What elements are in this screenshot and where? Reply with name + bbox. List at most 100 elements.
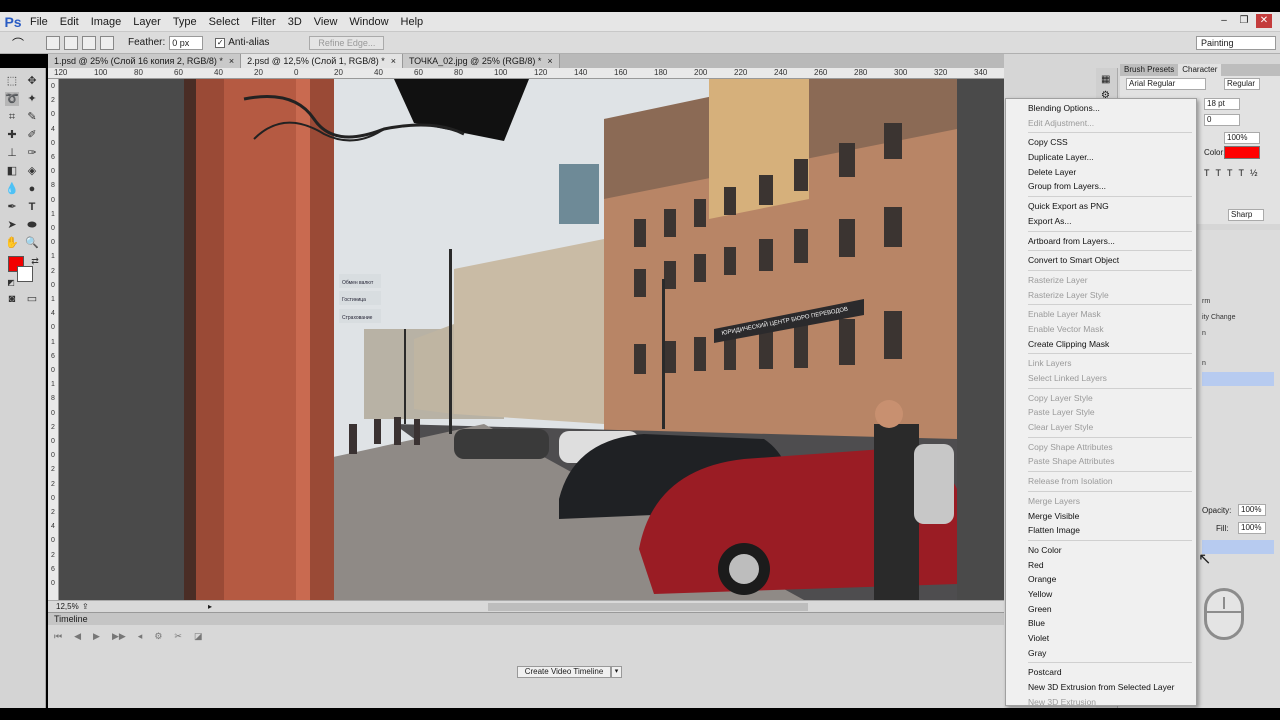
path-selection-icon[interactable]: ➤ [5, 218, 19, 232]
history-row-2[interactable]: ity Change [1202, 314, 1278, 321]
document-tab[interactable]: 2.psd @ 12,5% (Слой 1, RGB/8) * × [241, 54, 404, 68]
font-style-select[interactable]: Regular [1224, 78, 1260, 90]
lasso-tool-icon[interactable]: ➰ [5, 92, 19, 106]
context-menu-item[interactable]: Yellow [1006, 587, 1196, 602]
menu-window[interactable]: Window [343, 12, 394, 32]
menu-type[interactable]: Type [167, 12, 203, 32]
context-menu-item[interactable]: Convert to Smart Object [1006, 253, 1196, 268]
font-size-field[interactable]: 18 pt [1204, 98, 1240, 110]
context-menu-item[interactable]: No Color [1006, 543, 1196, 558]
history-row-4[interactable]: n [1202, 360, 1278, 367]
context-menu-item[interactable]: Copy CSS [1006, 135, 1196, 150]
background-color-swatch[interactable] [17, 266, 33, 282]
type-tool-icon[interactable]: T [25, 200, 39, 214]
type-button-4[interactable]: T [1239, 168, 1251, 178]
text-color-swatch[interactable] [1224, 146, 1260, 159]
feather-input[interactable]: 0 px [169, 35, 204, 50]
document-tab[interactable]: ТОЧКА_02.jpg @ 25% (RGB/8) * × [403, 54, 560, 68]
context-menu-item[interactable]: Create Clipping Mask [1006, 337, 1196, 352]
opacity-field[interactable]: 100% [1238, 504, 1266, 516]
menu-filter[interactable]: Filter [245, 12, 281, 32]
zoom-tool-icon[interactable]: 🔍 [25, 236, 39, 250]
ellipse-tool-icon[interactable]: ⬬ [25, 218, 39, 232]
fill-field[interactable]: 100% [1238, 522, 1266, 534]
context-menu-item[interactable]: New 3D Extrusion from Selected Layer [1006, 680, 1196, 695]
refine-edge-button[interactable]: Refine Edge... [309, 35, 385, 50]
context-menu-item[interactable]: Quick Export as PNG [1006, 199, 1196, 214]
new-selection-icon[interactable] [46, 35, 60, 50]
restore-button[interactable]: ❐ [1236, 14, 1252, 28]
default-colors-icon[interactable]: ◩ [4, 276, 18, 290]
history-row-3[interactable]: n [1202, 330, 1278, 337]
history-brush-icon[interactable]: ✑ [25, 146, 39, 160]
tab-close-icon[interactable]: × [391, 54, 396, 68]
context-menu-item[interactable]: Gray [1006, 646, 1196, 661]
blur-tool-icon[interactable]: 💧 [5, 182, 19, 196]
go-to-first-frame-icon[interactable]: ⏮ [54, 631, 62, 642]
horizontal-scrollbar[interactable] [488, 603, 808, 611]
context-menu-item[interactable]: Orange [1006, 572, 1196, 587]
lasso-preset-icon[interactable]: ⌒ [8, 35, 28, 51]
intersect-selection-icon[interactable] [100, 35, 114, 50]
context-menu-item[interactable]: Duplicate Layer... [1006, 150, 1196, 165]
eyedropper-icon[interactable]: ✎ [25, 110, 39, 124]
context-menu-item[interactable]: Merge Visible [1006, 509, 1196, 524]
type-button-2[interactable]: T [1216, 168, 1228, 178]
history-selected-row[interactable] [1202, 372, 1274, 386]
tab-close-icon[interactable]: × [229, 54, 234, 68]
history-icon[interactable]: ▦ [1101, 74, 1110, 85]
healing-brush-icon[interactable]: ✚ [5, 128, 19, 142]
menu-select[interactable]: Select [203, 12, 246, 32]
marquee-tool-icon[interactable]: ⬚ [5, 74, 19, 88]
context-menu-item[interactable]: Red [1006, 558, 1196, 573]
history-row-1[interactable]: rm [1202, 298, 1278, 305]
type-button-3[interactable]: T [1227, 168, 1239, 178]
subtract-selection-icon[interactable] [82, 35, 96, 50]
type-button-1[interactable]: T [1204, 168, 1216, 178]
menu-view[interactable]: View [308, 12, 344, 32]
layer-selected-row[interactable] [1202, 540, 1274, 554]
anti-alias-checkbox[interactable]: ✓ [215, 37, 226, 48]
move-tool-icon[interactable]: ✥ [25, 74, 39, 88]
minimize-button[interactable]: – [1216, 14, 1232, 28]
pen-tool-icon[interactable]: ✒ [5, 200, 19, 214]
context-menu-item[interactable]: Flatten Image [1006, 523, 1196, 538]
tab-brush-presets[interactable]: Brush Presets [1120, 64, 1178, 76]
menu-help[interactable]: Help [395, 12, 430, 32]
type-button-5[interactable]: ½ [1250, 168, 1264, 178]
scale-field[interactable]: 100% [1224, 132, 1260, 144]
export-icon[interactable]: ⇪ [82, 602, 89, 611]
type-style-buttons[interactable]: TTTT½ [1204, 168, 1264, 178]
timeline-mode-dropdown[interactable]: ▾ [611, 666, 622, 678]
clone-stamp-icon[interactable]: ⊥ [5, 146, 19, 160]
paint-bucket-icon[interactable]: ◈ [25, 164, 39, 178]
magic-wand-icon[interactable]: ✦ [25, 92, 39, 106]
tab-close-icon[interactable]: × [547, 54, 552, 68]
dodge-tool-icon[interactable]: ● [25, 182, 39, 196]
hand-tool-icon[interactable]: ✋ [5, 236, 19, 250]
audio-icon[interactable]: ◂ [138, 631, 143, 642]
add-selection-icon[interactable] [64, 35, 78, 50]
context-menu-item[interactable]: Green [1006, 602, 1196, 617]
workspace-select[interactable]: Painting [1196, 36, 1276, 50]
split-icon[interactable]: ✂ [174, 631, 182, 642]
brush-tool-icon[interactable]: ✐ [25, 128, 39, 142]
scroll-arrow-icon[interactable]: ▸ [208, 602, 212, 611]
context-menu-item[interactable]: Export As... [1006, 214, 1196, 229]
context-menu-item[interactable]: Artboard from Layers... [1006, 234, 1196, 249]
menu-file[interactable]: File [24, 12, 54, 32]
tab-character[interactable]: Character [1178, 64, 1222, 76]
crop-tool-icon[interactable]: ⌗ [5, 110, 19, 124]
zoom-level[interactable]: 12,5% [48, 602, 79, 611]
transition-icon[interactable]: ◪ [194, 631, 203, 642]
context-menu-item[interactable]: Blending Options... [1006, 101, 1196, 116]
context-menu-item[interactable]: Violet [1006, 631, 1196, 646]
menu-3d[interactable]: 3D [282, 12, 308, 32]
context-menu-item[interactable]: Blue [1006, 616, 1196, 631]
font-family-select[interactable]: Arial Regular [1126, 78, 1206, 90]
context-menu-item[interactable]: Postcard [1006, 665, 1196, 680]
menu-image[interactable]: Image [85, 12, 128, 32]
close-button[interactable]: ✕ [1256, 14, 1272, 28]
quick-mask-icon[interactable]: ◙ [5, 292, 19, 306]
previous-frame-icon[interactable]: ◀ [74, 631, 81, 642]
